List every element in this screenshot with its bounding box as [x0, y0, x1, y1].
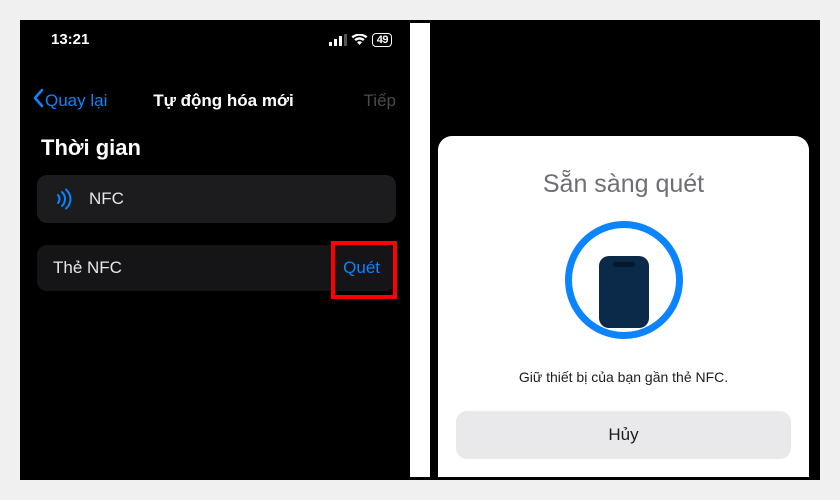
- scan-button[interactable]: Quét: [343, 258, 380, 278]
- cellular-icon: [329, 34, 347, 46]
- screenshot-frame: 13:21 49 Quay lại: [20, 20, 820, 480]
- phone-icon: [599, 256, 649, 328]
- nav-title: Tự động hóa mới: [121, 91, 326, 111]
- nfc-icon: [53, 188, 75, 210]
- status-time: 13:21: [51, 31, 89, 48]
- phone-left: 13:21 49 Quay lại: [23, 23, 410, 477]
- next-button[interactable]: Tiếp: [326, 91, 396, 111]
- nav-bar: Quay lại Tự động hóa mới Tiếp: [23, 74, 410, 125]
- section-title: Thời gian: [23, 125, 410, 175]
- status-right: 49: [329, 33, 392, 47]
- back-label: Quay lại: [45, 91, 107, 111]
- cancel-button[interactable]: Hủy: [456, 411, 791, 459]
- nfc-tag-cell[interactable]: Thẻ NFC Quét: [37, 245, 396, 291]
- nfc-label: NFC: [89, 189, 380, 209]
- wifi-icon: [351, 34, 368, 46]
- status-bar: 13:21 49: [23, 23, 410, 52]
- nfc-type-cell[interactable]: NFC: [37, 175, 396, 223]
- back-button[interactable]: Quay lại: [31, 88, 121, 113]
- phone-right: Sẵn sàng quét Giữ thiết bị của bạn gần t…: [430, 23, 817, 477]
- battery-percent: 49: [377, 34, 388, 46]
- sheet-title: Sẵn sàng quét: [543, 170, 704, 199]
- chevron-left-icon: [31, 88, 45, 113]
- nfc-tag-label: Thẻ NFC: [53, 258, 343, 278]
- nfc-scan-sheet: Sẵn sàng quét Giữ thiết bị của bạn gần t…: [438, 136, 809, 477]
- scan-graphic: [565, 221, 683, 339]
- sheet-message: Giữ thiết bị của bạn gần thẻ NFC.: [519, 369, 728, 385]
- battery-icon: 49: [372, 33, 392, 47]
